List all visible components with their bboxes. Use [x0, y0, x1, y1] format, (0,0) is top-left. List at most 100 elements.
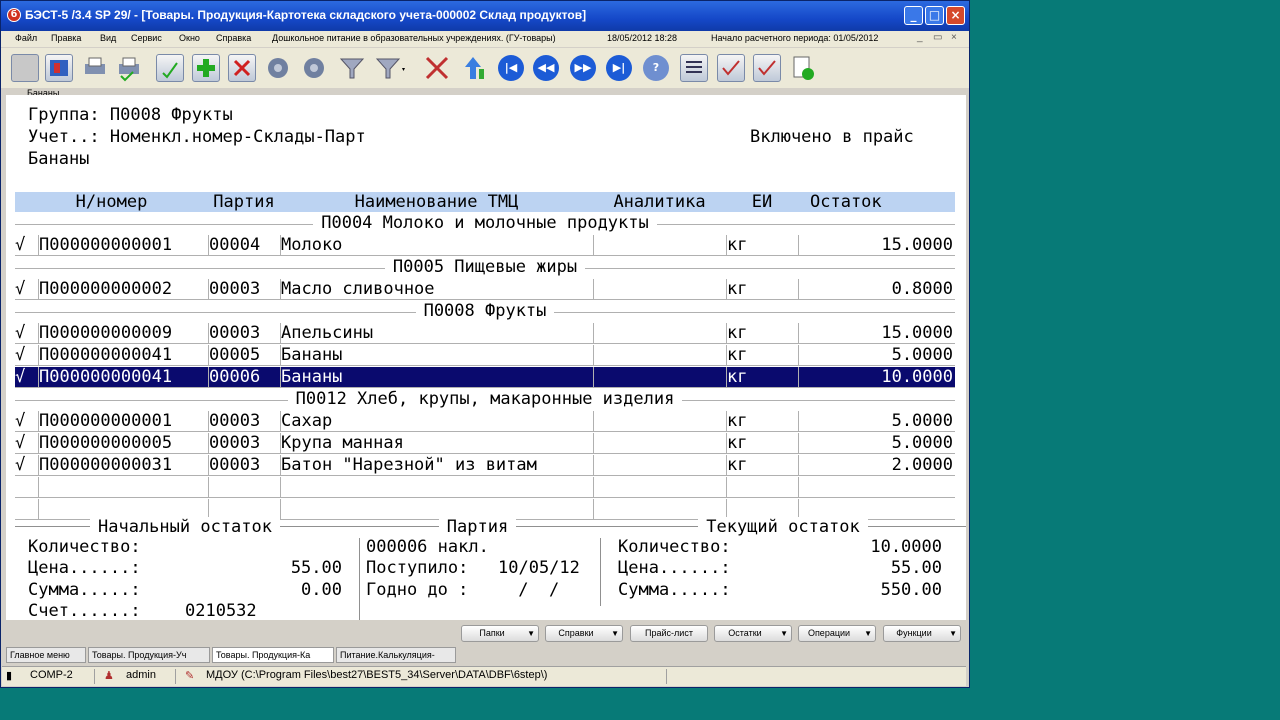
group-header-row: П0008 Фрукты — [15, 301, 955, 322]
mdi-minimize-button[interactable]: _ — [917, 32, 923, 43]
table-row-selected[interactable]: √ П000000000041 00006 Бананы кг 10.0000 — [15, 367, 955, 388]
book-icon[interactable] — [45, 54, 73, 82]
col-header-batch[interactable]: Партия — [208, 192, 280, 212]
cell-batch: 00003 — [209, 323, 261, 343]
doc-check-icon[interactable] — [789, 54, 817, 82]
cell-number: П000000000001 — [39, 411, 173, 431]
table-row-empty[interactable] — [15, 477, 955, 498]
group-header-row: П0005 Пищевые жиры — [15, 257, 955, 278]
menu-service[interactable]: Сервис — [131, 33, 162, 43]
prev-icon[interactable]: ◀◀ — [533, 55, 559, 81]
delete-icon[interactable] — [228, 54, 256, 82]
col-header-rest[interactable]: Остаток — [798, 192, 967, 212]
cell-unit: кг — [727, 367, 748, 387]
first-icon[interactable]: |◀ — [498, 55, 524, 81]
divider — [359, 538, 360, 620]
menu-module[interactable]: Дошкольное питание в образовательных учр… — [272, 33, 556, 43]
clear-filter-icon[interactable] — [423, 54, 451, 82]
cell-rest: 2.0000 — [891, 455, 953, 475]
chart-icon[interactable] — [459, 54, 487, 82]
group-header-row: П0004 Молоко и молочные продукты — [15, 213, 955, 234]
menu-edit[interactable]: Правка — [51, 33, 81, 43]
printer-icon[interactable] — [81, 54, 109, 82]
mdi-close-button[interactable]: × — [951, 32, 957, 43]
filter-dropdown-icon[interactable] — [374, 54, 405, 82]
check2-icon[interactable] — [753, 54, 781, 82]
references-button[interactable]: Справки ▼ — [545, 625, 623, 642]
operations-button[interactable]: Операции ▼ — [798, 625, 876, 642]
col-header-name[interactable]: Наименование ТМЦ — [280, 192, 593, 212]
row-checkmark: √ — [15, 345, 26, 365]
next-icon[interactable]: ▶▶ — [570, 55, 596, 81]
printer2-icon[interactable] — [115, 54, 143, 82]
table-row[interactable]: √ П000000000031 00003 Батон "Нарезной" из в… — [15, 455, 955, 476]
current-qty-label: Количество: — [618, 537, 731, 557]
cell-rest: 15.0000 — [881, 235, 953, 255]
item-name: Бананы — [28, 149, 90, 169]
menu-bar: Файл Правка Вид Сервис Окно Справка Дошк… — [1, 31, 969, 47]
row-checkmark: √ — [15, 411, 26, 431]
title-bar[interactable]: б БЭСТ-5 /3.4 SP 29/ - [Товары. Продукци… — [1, 1, 969, 31]
menu-view[interactable]: Вид — [100, 33, 116, 43]
row-checkmark: √ — [15, 367, 26, 387]
list-icon[interactable] — [680, 54, 708, 82]
cell-number: П000000000031 — [39, 455, 173, 475]
row-checkmark: √ — [15, 433, 26, 453]
functions-button[interactable]: Функции ▼ — [883, 625, 961, 642]
record-icon[interactable] — [11, 54, 39, 82]
check-icon[interactable] — [717, 54, 745, 82]
account-label: Счет......: — [28, 601, 141, 621]
table-row[interactable]: √ П000000000001 00004 Молоко кг 15.0000 — [15, 235, 955, 256]
menu-help[interactable]: Справка — [216, 33, 251, 43]
cell-unit: кг — [727, 411, 748, 431]
menu-window[interactable]: Окно — [179, 33, 200, 43]
edit-icon[interactable] — [156, 54, 184, 82]
sort2-icon[interactable] — [300, 54, 328, 82]
table-row[interactable]: √ П000000000002 00003 Масло сливочное кг 0.80… — [15, 279, 955, 300]
table-row[interactable]: √ П000000000009 00003 Апельсины кг 15.0000 — [15, 323, 955, 344]
operations-button-label: Операции — [807, 628, 851, 638]
col-header-number[interactable]: Н/номер — [15, 192, 208, 212]
minimize-button[interactable]: _ — [904, 6, 923, 25]
col-header-unit[interactable]: ЕИ — [726, 192, 798, 212]
add-icon[interactable] — [192, 54, 220, 82]
price-list-button[interactable]: Прайс-лист — [630, 625, 708, 642]
cell-number: П000000000002 — [39, 279, 173, 299]
dropdown-arrow-icon: ▼ — [864, 629, 872, 638]
cell-number: П000000000041 — [39, 345, 173, 365]
tab-meals-calculation[interactable]: Питание.Калькуляция- — [336, 647, 456, 663]
cell-batch: 00005 — [209, 345, 261, 365]
tab-goods-accounting[interactable]: Товары. Продукция-Уч — [88, 647, 210, 663]
initial-sum: 0.00 — [301, 580, 342, 600]
cell-unit: кг — [727, 433, 748, 453]
mdi-restore-button[interactable]: ▭ — [933, 32, 942, 43]
app-icon[interactable]: б — [7, 8, 21, 22]
filter-icon[interactable] — [338, 54, 366, 82]
toolbar: |◀ ◀◀ ▶▶ ▶| ? — [1, 48, 969, 88]
table-row[interactable]: √ П000000000005 00003 Крупа манная кг 5.0000 — [15, 433, 955, 454]
divider — [600, 538, 601, 606]
current-price: 55.00 — [890, 558, 942, 578]
last-icon[interactable]: ▶| — [606, 55, 632, 81]
close-button[interactable]: × — [946, 6, 965, 25]
cell-number: П000000000009 — [39, 323, 173, 343]
table-row[interactable]: √ П000000000041 00005 Бананы кг 5.0000 — [15, 345, 955, 366]
group-title: П0012 Хлеб, крупы, макаронные изделия — [287, 389, 683, 409]
cell-name: Бананы — [281, 345, 343, 365]
sort-icon[interactable] — [264, 54, 292, 82]
valid-until-date[interactable]: / / — [508, 580, 559, 600]
tab-goods-card[interactable]: Товары. Продукция-Ка — [212, 647, 334, 663]
maximize-button[interactable]: □ — [925, 6, 944, 25]
batch-doc: 000006 накл. — [366, 537, 489, 557]
cell-batch: 00003 — [209, 433, 261, 453]
cell-number: П000000000041 — [39, 367, 173, 387]
price-list-flag: Включено в прайс — [750, 127, 914, 147]
tab-main-menu[interactable]: Главное меню — [6, 647, 86, 663]
received-date: 10/05/12 — [498, 558, 580, 578]
folders-button[interactable]: Папки ▼ — [461, 625, 539, 642]
help-icon[interactable]: ? — [643, 55, 669, 81]
col-header-analytic[interactable]: Аналитика — [593, 192, 726, 212]
stock-button[interactable]: Остатки ▼ — [714, 625, 792, 642]
table-row[interactable]: √ П000000000001 00003 Сахар кг 5.0000 — [15, 411, 955, 432]
menu-file[interactable]: Файл — [15, 33, 37, 43]
